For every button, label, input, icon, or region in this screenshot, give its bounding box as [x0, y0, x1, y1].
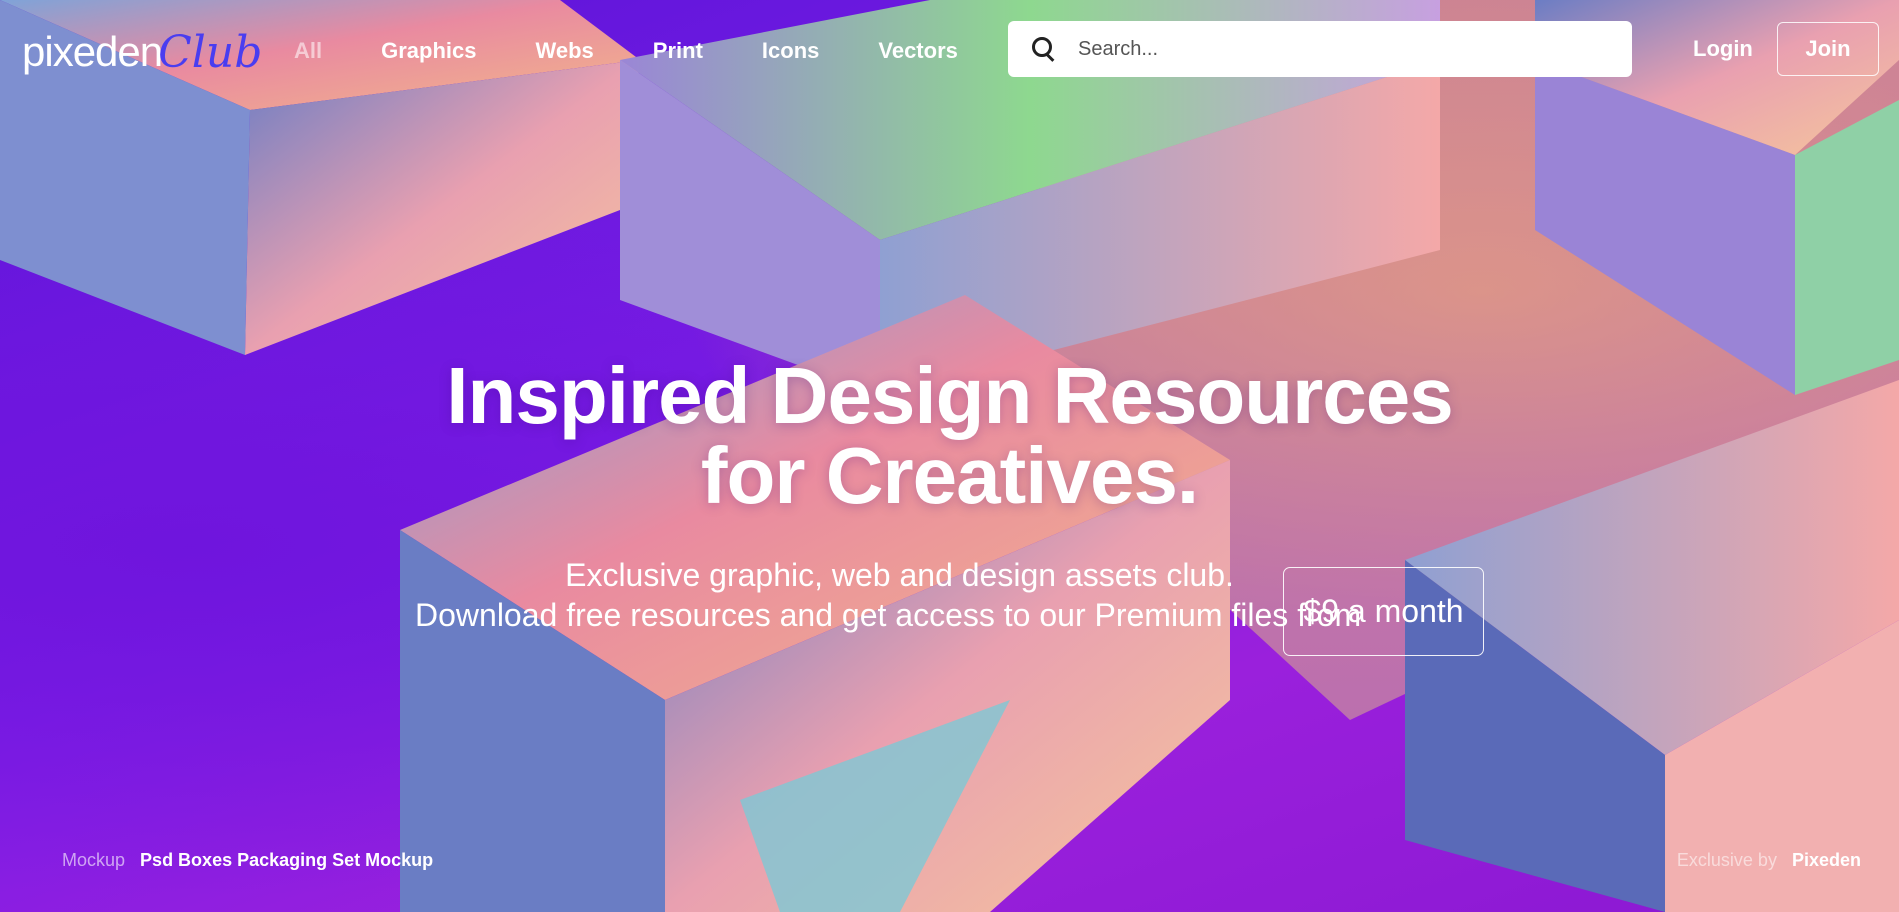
exclusive-credit: Exclusive by Pixeden: [1677, 850, 1861, 871]
nav-item-all[interactable]: All: [294, 36, 322, 66]
search-bar: [1008, 21, 1632, 77]
logo-script: Club: [158, 26, 263, 78]
search-input[interactable]: [1076, 36, 1620, 62]
nav-item-webs[interactable]: Webs: [536, 36, 594, 66]
exclusive-credit-link[interactable]: Pixeden: [1792, 850, 1861, 870]
hero-headline: Inspired Design Resources for Creatives.: [0, 356, 1899, 516]
nav-item-vectors[interactable]: Vectors: [878, 36, 958, 66]
headline-line-2: for Creatives.: [700, 431, 1199, 520]
nav-item-graphics[interactable]: Graphics: [381, 36, 476, 66]
join-button[interactable]: Join: [1777, 22, 1879, 76]
hero-subtitle-line-2: Download free resources and get access t…: [415, 597, 1362, 633]
mockup-credit: Mockup Psd Boxes Packaging Set Mockup: [62, 850, 433, 871]
nav-item-icons[interactable]: Icons: [762, 36, 819, 66]
mockup-credit-label: Mockup: [62, 850, 126, 870]
nav-item-print[interactable]: Print: [653, 36, 703, 66]
headline-line-1: Inspired Design Resources: [446, 351, 1453, 440]
hero-subtitle-line-1: Exclusive graphic, web and design assets…: [565, 557, 1234, 593]
mockup-credit-link[interactable]: Psd Boxes Packaging Set Mockup: [140, 850, 433, 870]
login-link[interactable]: Login: [1693, 36, 1753, 62]
logo-wordmark: pixeden: [22, 28, 163, 75]
pixeden-club-logo[interactable]: pixeden Club: [22, 24, 262, 80]
search-icon[interactable]: [1030, 35, 1058, 63]
pricing-cta-button[interactable]: $9 a month: [1283, 567, 1484, 656]
exclusive-credit-label: Exclusive by: [1676, 850, 1777, 870]
main-nav: All Graphics Webs Print Icons Vectors: [294, 36, 1017, 66]
